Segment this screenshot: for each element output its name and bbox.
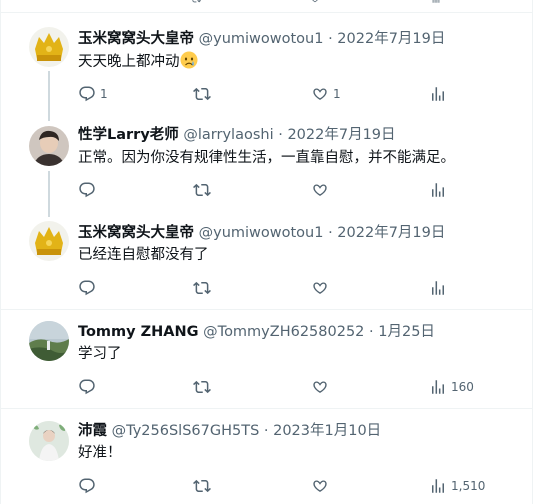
user-handle[interactable]: @larrylaoshi xyxy=(183,127,273,143)
views-count: 1,510 xyxy=(451,479,486,493)
views-button[interactable]: 160 xyxy=(429,377,474,397)
display-name[interactable]: 玉米窝窝头大皇帝 xyxy=(78,31,194,47)
tweet-text: 已经连自慰都没有了 xyxy=(78,247,209,263)
reply-thread-feed: 玉米窝窝头大皇帝 @yumiwowotou1 · 2022年7月19日 天天晚上… xyxy=(0,0,533,504)
views-icon xyxy=(432,479,444,493)
views-button[interactable] xyxy=(429,84,451,104)
reply-icon xyxy=(79,86,95,102)
tweet-header: 玉米窝窝头大皇帝 @yumiwowotou1 · 2022年7月19日 xyxy=(78,29,445,49)
reply-button[interactable] xyxy=(78,278,100,298)
like-icon xyxy=(313,184,327,196)
like-button[interactable] xyxy=(311,180,333,200)
avatar[interactable] xyxy=(29,126,69,166)
display-name[interactable]: Tommy ZHANG xyxy=(78,324,199,340)
avatar[interactable] xyxy=(29,221,69,261)
retweet-button[interactable] xyxy=(193,377,215,397)
views-button[interactable] xyxy=(429,278,451,298)
user-handle[interactable]: @yumiwowotou1 xyxy=(199,225,324,241)
reply-tweet[interactable]: 沛霞 @Ty256SlS67GH5TS · 2023年1月10日 好准！ 1,5… xyxy=(1,409,532,504)
views-icon xyxy=(432,380,444,394)
user-handle[interactable]: @TommyZH62580252 xyxy=(203,324,364,340)
views-icon xyxy=(432,87,444,101)
views-icon xyxy=(432,281,444,295)
tweet-actions: 1,510 xyxy=(78,476,498,496)
retweet-icon xyxy=(193,281,211,295)
avatar[interactable] xyxy=(29,321,69,361)
views-button[interactable]: 1,510 xyxy=(429,476,485,496)
avatar[interactable] xyxy=(29,27,69,67)
retweet-button[interactable] xyxy=(193,476,215,496)
reply-tweet[interactable]: 玉米窝窝头大皇帝 @yumiwowotou1 · 2022年7月19日 天天晚上… xyxy=(1,13,532,121)
dot-separator: · xyxy=(328,31,333,47)
tweet-actions: 1 1 xyxy=(78,84,498,104)
like-icon xyxy=(313,480,327,492)
user-handle[interactable]: @Ty256SlS67GH5TS xyxy=(112,423,260,439)
like-icon[interactable] xyxy=(308,0,322,4)
dot-separator: · xyxy=(278,127,283,143)
like-button[interactable]: 1 xyxy=(311,84,341,104)
dot-separator: · xyxy=(263,423,269,439)
reply-button[interactable] xyxy=(78,180,100,200)
like-icon xyxy=(313,282,327,294)
user-handle[interactable]: @yumiwowotou1 xyxy=(199,31,324,47)
tweet-actions: 160 xyxy=(78,377,498,397)
views-button[interactable] xyxy=(429,180,451,200)
like-icon xyxy=(313,88,327,100)
retweet-icon xyxy=(193,380,211,394)
reply-tweet[interactable]: Tommy ZHANG @TommyZH62580252 · 1月25日 学习了… xyxy=(1,310,532,409)
retweet-icon xyxy=(193,183,211,197)
reply-icon xyxy=(79,280,95,296)
like-count: 1 xyxy=(333,87,341,101)
dot-separator: · xyxy=(328,225,333,241)
thread-line xyxy=(48,171,50,217)
tweet-header: 沛霞 @Ty256SlS67GH5TS · 2023年1月10日 xyxy=(78,421,381,441)
tweet-text: 天天晚上都冲动 xyxy=(78,51,198,72)
tweet-header: Tommy ZHANG @TommyZH62580252 · 1月25日 xyxy=(78,322,435,342)
like-button[interactable] xyxy=(311,278,333,298)
views-icon[interactable] xyxy=(429,0,443,4)
worried-face-icon xyxy=(180,51,197,69)
tweet-text: 正常。因为你没有规律性生活，一直靠自慰，并不能满足。 xyxy=(78,150,455,166)
reply-button[interactable] xyxy=(78,476,100,496)
tweet-text-content: 天天晚上都冲动 xyxy=(78,54,180,70)
tweet-actions xyxy=(78,180,498,200)
reply-button[interactable]: 1 xyxy=(78,84,108,104)
reply-icon xyxy=(79,182,95,198)
retweet-icon[interactable] xyxy=(189,0,203,4)
like-icon xyxy=(313,381,327,393)
display-name[interactable]: 沛霞 xyxy=(78,423,107,439)
thread-line xyxy=(48,113,50,121)
reply-icon xyxy=(79,478,95,494)
tweet-date[interactable]: 2022年7月19日 xyxy=(337,225,445,241)
dot-separator: · xyxy=(369,324,374,340)
tweet-text: 学习了 xyxy=(78,346,122,362)
like-button[interactable] xyxy=(311,377,333,397)
reply-count: 1 xyxy=(100,87,108,101)
tweet-date[interactable]: 2022年7月19日 xyxy=(337,31,445,47)
reply-tweet[interactable]: 玉米窝窝头大皇帝 @yumiwowotou1 · 2022年7月19日 已经连自… xyxy=(1,213,532,310)
tweet-header: 性学Larry老师 @larrylaoshi · 2022年7月19日 xyxy=(78,125,396,145)
display-name[interactable]: 性学Larry老师 xyxy=(78,127,179,143)
views-icon xyxy=(432,183,444,197)
like-button[interactable] xyxy=(311,476,333,496)
tweet-header: 玉米窝窝头大皇帝 @yumiwowotou1 · 2022年7月19日 xyxy=(78,223,445,243)
retweet-icon xyxy=(193,479,211,493)
tweet-text: 好准！ xyxy=(78,445,122,461)
previous-tweet-actions xyxy=(1,0,532,13)
retweet-icon xyxy=(193,87,211,101)
reply-icon xyxy=(79,379,95,395)
tweet-date[interactable]: 2023年1月10日 xyxy=(273,423,381,439)
retweet-button[interactable] xyxy=(193,84,215,104)
tweet-date[interactable]: 1月25日 xyxy=(378,324,435,340)
retweet-button[interactable] xyxy=(193,278,215,298)
retweet-button[interactable] xyxy=(193,180,215,200)
tweet-date[interactable]: 2022年7月19日 xyxy=(287,127,395,143)
views-count: 160 xyxy=(451,380,474,394)
tweet-actions xyxy=(78,278,498,298)
display-name[interactable]: 玉米窝窝头大皇帝 xyxy=(78,225,194,241)
reply-button[interactable] xyxy=(78,377,100,397)
avatar[interactable] xyxy=(29,421,69,461)
reply-tweet[interactable]: 性学Larry老师 @larrylaoshi · 2022年7月19日 正常。因… xyxy=(1,113,532,217)
